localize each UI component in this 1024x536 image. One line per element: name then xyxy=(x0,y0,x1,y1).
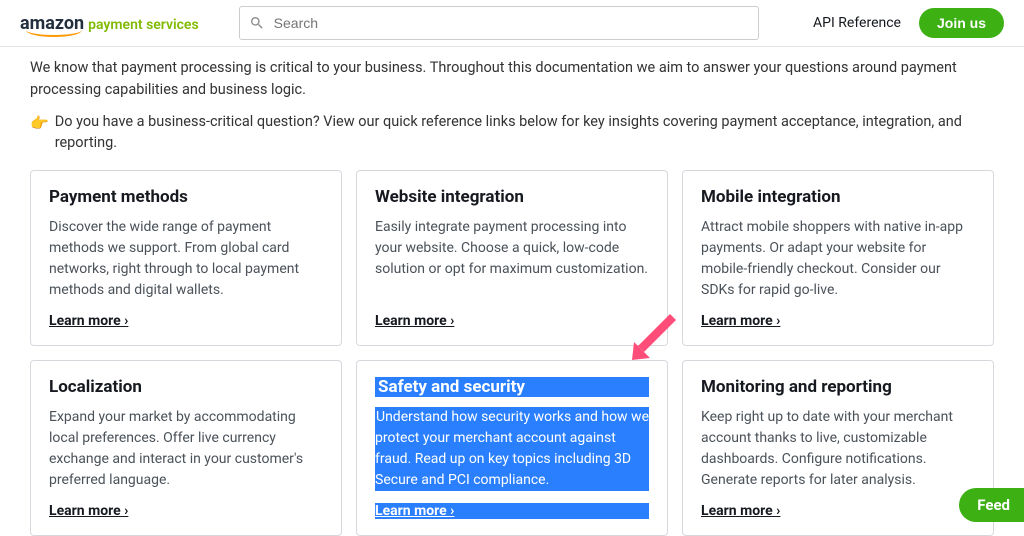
learn-more-link[interactable]: Learn more › xyxy=(701,503,975,519)
header: amazon payment services API Reference Jo… xyxy=(0,0,1024,47)
learn-more-link[interactable]: Learn more › xyxy=(49,313,323,329)
card-title: Localization xyxy=(49,377,323,397)
learn-more-link[interactable]: Learn more › xyxy=(701,313,975,329)
intro-text: We know that payment processing is criti… xyxy=(30,57,994,101)
card-safety-security[interactable]: Safety and security Understand how secur… xyxy=(356,360,668,536)
main-content: We know that payment processing is criti… xyxy=(0,47,1024,536)
api-reference-link[interactable]: API Reference xyxy=(813,15,901,31)
learn-more-link[interactable]: Learn more › xyxy=(375,503,649,519)
logo[interactable]: amazon payment services xyxy=(20,13,199,34)
header-right: API Reference Join us xyxy=(813,8,1004,38)
sub-intro-text: 👉 Do you have a business-critical questi… xyxy=(30,111,994,155)
learn-more-link[interactable]: Learn more › xyxy=(375,313,649,329)
card-desc: Discover the wide range of payment metho… xyxy=(49,217,323,301)
card-title: Safety and security xyxy=(375,377,649,397)
sub-intro-label: Do you have a business-critical question… xyxy=(55,111,994,155)
card-website-integration[interactable]: Website integration Easily integrate pay… xyxy=(356,170,668,346)
card-localization[interactable]: Localization Expand your market by accom… xyxy=(30,360,342,536)
card-title: Payment methods xyxy=(49,187,323,207)
card-grid: Payment methods Discover the wide range … xyxy=(30,170,994,536)
card-monitoring-reporting[interactable]: Monitoring and reporting Keep right up t… xyxy=(682,360,994,536)
learn-more-link[interactable]: Learn more › xyxy=(49,503,323,519)
card-title: Monitoring and reporting xyxy=(701,377,975,397)
card-desc: Keep right up to date with your merchant… xyxy=(701,407,975,491)
feedback-tab[interactable]: Feed xyxy=(959,488,1024,522)
logo-payment-services: payment services xyxy=(88,17,199,33)
card-mobile-integration[interactable]: Mobile integration Attract mobile shoppe… xyxy=(682,170,994,346)
search-container xyxy=(239,6,759,40)
search-icon xyxy=(249,15,265,31)
card-desc: Easily integrate payment processing into… xyxy=(375,217,649,301)
card-payment-methods[interactable]: Payment methods Discover the wide range … xyxy=(30,170,342,346)
card-desc: Expand your market by accommodating loca… xyxy=(49,407,323,491)
pointing-hand-icon: 👉 xyxy=(30,112,49,135)
card-desc: Understand how security works and how we… xyxy=(375,407,649,491)
join-us-button[interactable]: Join us xyxy=(919,8,1004,38)
card-title: Website integration xyxy=(375,187,649,207)
logo-amazon: amazon xyxy=(20,13,84,34)
card-title: Mobile integration xyxy=(701,187,975,207)
card-desc: Attract mobile shoppers with native in-a… xyxy=(701,217,975,301)
search-input[interactable] xyxy=(239,6,759,40)
